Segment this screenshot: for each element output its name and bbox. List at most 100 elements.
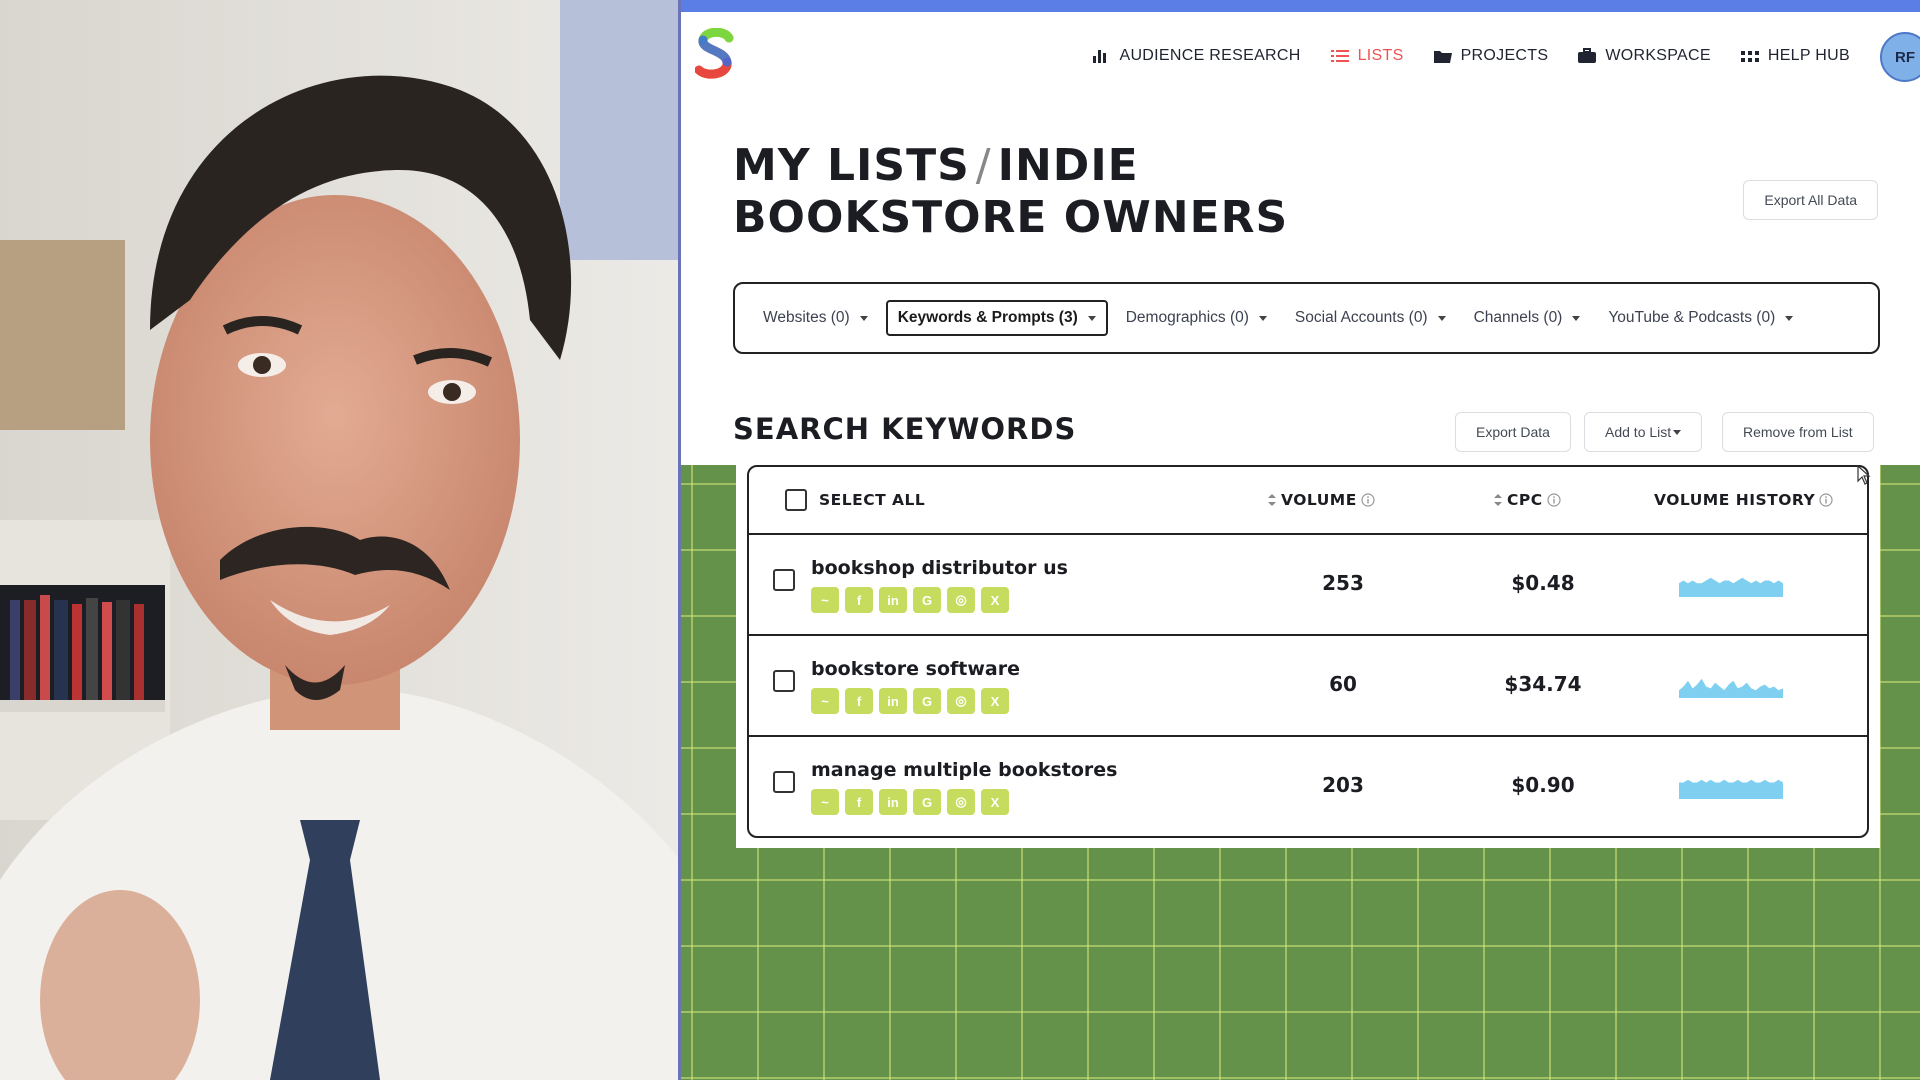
keyword-text[interactable]: bookshop distributor us [811, 557, 1068, 579]
list-icon [1330, 50, 1349, 62]
select-all-checkbox[interactable] [785, 489, 807, 511]
nav-projects[interactable]: PROJECTS [1433, 47, 1549, 65]
instagram-icon[interactable]: ◎ [947, 789, 975, 815]
tab-channels[interactable]: Channels (0) [1464, 300, 1591, 336]
nav-workspace-label: WORKSPACE [1605, 47, 1711, 64]
remove-from-list-button[interactable]: Remove from List [1722, 412, 1874, 452]
add-to-list-button[interactable]: Add to List [1584, 412, 1703, 452]
bar-chart-icon [1093, 50, 1107, 63]
caret-down-icon [1258, 315, 1267, 321]
x-icon[interactable]: X [981, 688, 1009, 714]
caret-down-icon [1087, 315, 1096, 321]
keyword-text[interactable]: manage multiple bookstores [811, 759, 1117, 781]
export-data-button[interactable]: Export Data [1455, 412, 1571, 452]
social-links: ~ f in G ◎ X [811, 789, 1009, 815]
linkedin-icon[interactable]: in [879, 587, 907, 613]
webcam-video-panel [0, 0, 680, 1080]
google-icon[interactable]: G [913, 587, 941, 613]
tab-social-accounts[interactable]: Social Accounts (0) [1285, 300, 1456, 336]
nav-workspace[interactable]: WORKSPACE [1578, 47, 1711, 65]
linkedin-icon[interactable]: in [879, 688, 907, 714]
x-icon[interactable]: X [981, 587, 1009, 613]
section-title: SEARCH KEYWORDS [733, 412, 1077, 446]
volume-value: 60 [1329, 672, 1357, 696]
top-nav: AUDIENCE RESEARCH LISTS PROJECTS WORKSPA… [1092, 32, 1920, 82]
linkedin-icon[interactable]: in [879, 789, 907, 815]
app-window: AUDIENCE RESEARCH LISTS PROJECTS WORKSPA… [681, 0, 1920, 1080]
page-title: MY LISTS / INDIE BOOKSTORE OWNERS [733, 140, 1353, 244]
volume-column-header[interactable]: VOLUME [1267, 491, 1375, 509]
nav-audience-research-label: AUDIENCE RESEARCH [1119, 47, 1301, 64]
cpc-value: $34.74 [1504, 672, 1582, 696]
keyword-text[interactable]: bookstore software [811, 658, 1020, 680]
volume-value: 203 [1322, 773, 1364, 797]
app-logo[interactable] [695, 28, 735, 80]
social-links: ~ f in G ◎ X [811, 688, 1009, 714]
mouse-cursor-icon [1857, 465, 1871, 485]
nav-help-hub[interactable]: HELP HUB [1740, 47, 1850, 65]
volume-history-column-header: VOLUME HISTORY [1654, 491, 1833, 509]
export-all-data-button[interactable]: Export All Data [1743, 180, 1878, 220]
caret-down-icon [859, 315, 868, 321]
instagram-icon[interactable]: ◎ [947, 688, 975, 714]
cpc-value: $0.48 [1511, 571, 1575, 595]
google-icon[interactable]: G [913, 688, 941, 714]
facebook-icon[interactable]: f [845, 587, 873, 613]
tab-youtube-podcasts-label: YouTube & Podcasts (0) [1608, 309, 1776, 326]
cpc-header-label: CPC [1507, 491, 1543, 509]
tab-keywords-prompts[interactable]: Keywords & Prompts (3) [885, 300, 1108, 336]
sparkline-area [1679, 678, 1783, 698]
trend-icon[interactable]: ~ [811, 688, 839, 714]
row-checkbox[interactable] [773, 569, 795, 591]
caret-down-icon [1673, 429, 1682, 435]
volume-history-header-label: VOLUME HISTORY [1654, 491, 1816, 509]
tab-websites[interactable]: Websites (0) [753, 300, 878, 336]
avatar-initials: RF [1895, 48, 1915, 66]
table-row: bookshop distributor us ~ f in G ◎ X 253… [749, 535, 1867, 636]
select-all-label: SELECT ALL [819, 491, 926, 509]
trend-icon[interactable]: ~ [811, 789, 839, 815]
info-icon[interactable] [1361, 493, 1375, 507]
briefcase-icon [1578, 48, 1597, 63]
top-accent-bar [681, 0, 1920, 12]
cpc-value: $0.90 [1511, 773, 1575, 797]
x-icon[interactable]: X [981, 789, 1009, 815]
list-category-tabs: Websites (0) Keywords & Prompts (3) Demo… [733, 282, 1880, 354]
info-icon[interactable] [1547, 493, 1561, 507]
volume-value: 253 [1322, 571, 1364, 595]
nav-lists-label: LISTS [1357, 47, 1404, 64]
table-row: manage multiple bookstores ~ f in G ◎ X … [749, 737, 1867, 836]
facebook-icon[interactable]: f [845, 789, 873, 815]
nav-audience-research[interactable]: AUDIENCE RESEARCH [1092, 47, 1300, 65]
volume-sparkline [1679, 577, 1783, 597]
caret-down-icon [1572, 315, 1581, 321]
breadcrumb-my-lists[interactable]: MY LISTS [733, 140, 970, 191]
info-icon[interactable] [1819, 493, 1833, 507]
caret-down-icon [1437, 315, 1446, 321]
social-links: ~ f in G ◎ X [811, 587, 1009, 613]
cpc-column-header[interactable]: CPC [1493, 491, 1561, 509]
sort-icon [1494, 494, 1502, 506]
table-row: bookstore software ~ f in G ◎ X 60 $34.7… [749, 636, 1867, 737]
user-avatar[interactable]: RF [1880, 32, 1920, 82]
volume-header-label: VOLUME [1281, 491, 1357, 509]
google-icon[interactable]: G [913, 789, 941, 815]
instagram-icon[interactable]: ◎ [947, 587, 975, 613]
nav-lists[interactable]: LISTS [1330, 47, 1404, 65]
row-checkbox[interactable] [773, 771, 795, 793]
tab-keywords-prompts-label: Keywords & Prompts (3) [897, 309, 1078, 326]
keywords-table: SELECT ALL VOLUME CPC VOLUME HISTORY boo… [747, 465, 1869, 838]
tab-demographics[interactable]: Demographics (0) [1116, 300, 1277, 336]
volume-sparkline [1679, 779, 1783, 799]
table-header-row: SELECT ALL VOLUME CPC VOLUME HISTORY [749, 467, 1867, 535]
nav-projects-label: PROJECTS [1460, 47, 1549, 64]
facebook-icon[interactable]: f [845, 688, 873, 714]
folder-icon [1433, 51, 1452, 63]
grid-icon [1740, 51, 1759, 62]
trend-icon[interactable]: ~ [811, 587, 839, 613]
tab-youtube-podcasts[interactable]: YouTube & Podcasts (0) [1598, 300, 1803, 336]
volume-sparkline [1679, 678, 1783, 698]
tab-channels-label: Channels (0) [1473, 309, 1563, 326]
sparkline-area [1679, 577, 1783, 597]
row-checkbox[interactable] [773, 670, 795, 692]
